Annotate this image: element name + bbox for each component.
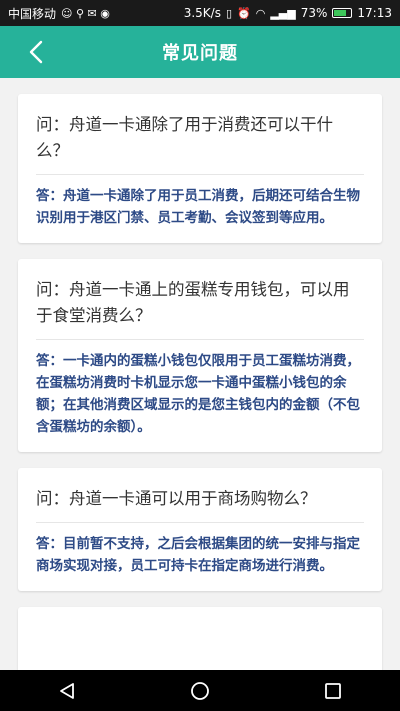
status-right: 3.5K/s ▯ ⏰ ◠ ▂▄▆ 73% 17:13 xyxy=(184,6,392,20)
faq-card: 问：舟道一卡通可以用于商场购物么？ 答：目前暂不支持，之后会根据集团的统一安排与… xyxy=(18,468,382,591)
circle-home-icon xyxy=(191,681,209,700)
square-recents-icon xyxy=(325,682,342,699)
battery-icon xyxy=(332,8,353,18)
battery-percent: 73% xyxy=(300,6,328,20)
faq-card: 问：舟道一卡通上的蛋糕专用钱包，可以用于食堂消费么？ 答：一卡通内的蛋糕小钱包仅… xyxy=(18,259,382,452)
system-nav-bar xyxy=(0,670,400,711)
chevron-left-icon xyxy=(29,40,43,64)
triangle-back-icon xyxy=(59,682,74,699)
notification-icons: ☺ ⚲ ✉ ◉ xyxy=(61,6,110,20)
page-title: 常见问题 xyxy=(162,43,238,64)
faq-scroll-area[interactable]: 问：舟道一卡通除了用于消费还可以干什么？ 答：舟道一卡通除了用于员工消费，后期还… xyxy=(0,78,400,670)
vibrate-icon: ▯ xyxy=(225,6,233,20)
status-bar: 中国移动 ☺ ⚲ ✉ ◉ 3.5K/s ▯ ⏰ ◠ ▂▄▆ 73% 17:13 xyxy=(0,0,400,26)
signal-icon: ▂▄▆ xyxy=(270,6,296,20)
faq-answer: 答：一卡通内的蛋糕小钱包仅限用于员工蛋糕坊消费，在蛋糕坊消费时卡机显示您一卡通中… xyxy=(36,353,360,435)
nav-back-button[interactable] xyxy=(47,675,87,707)
nav-recents-button[interactable] xyxy=(313,675,353,707)
back-button[interactable] xyxy=(24,38,48,66)
app-bar: 常见问题 xyxy=(0,26,400,78)
faq-question: 问：舟道一卡通除了用于消费还可以干什么？ xyxy=(36,112,364,175)
nav-home-button[interactable] xyxy=(180,675,220,707)
faq-list: 问：舟道一卡通除了用于消费还可以干什么？ 答：舟道一卡通除了用于员工消费，后期还… xyxy=(0,78,400,670)
alarm-icon: ⏰ xyxy=(237,6,251,20)
faq-answer: 答：目前暂不支持，之后会根据集团的统一安排与指定商场实现对接，员工可持卡在指定商… xyxy=(36,536,360,574)
battery-fill xyxy=(334,10,347,16)
faq-card-partial xyxy=(18,607,382,670)
carrier-name: 中国移动 xyxy=(8,6,57,21)
clock: 17:13 xyxy=(357,6,392,20)
faq-answer: 答：舟道一卡通除了用于员工消费，后期还可结合生物识别用于港区门禁、员工考勤、会议… xyxy=(36,188,360,226)
status-left: 中国移动 ☺ ⚲ ✉ ◉ xyxy=(8,5,110,22)
network-speed: 3.5K/s xyxy=(183,6,221,20)
faq-question: 问：舟道一卡通上的蛋糕专用钱包，可以用于食堂消费么？ xyxy=(36,277,364,340)
faq-card: 问：舟道一卡通除了用于消费还可以干什么？ 答：舟道一卡通除了用于员工消费，后期还… xyxy=(18,94,382,243)
faq-question: 问：舟道一卡通可以用于商场购物么？ xyxy=(36,486,364,523)
wifi-icon: ◠ xyxy=(255,6,266,20)
